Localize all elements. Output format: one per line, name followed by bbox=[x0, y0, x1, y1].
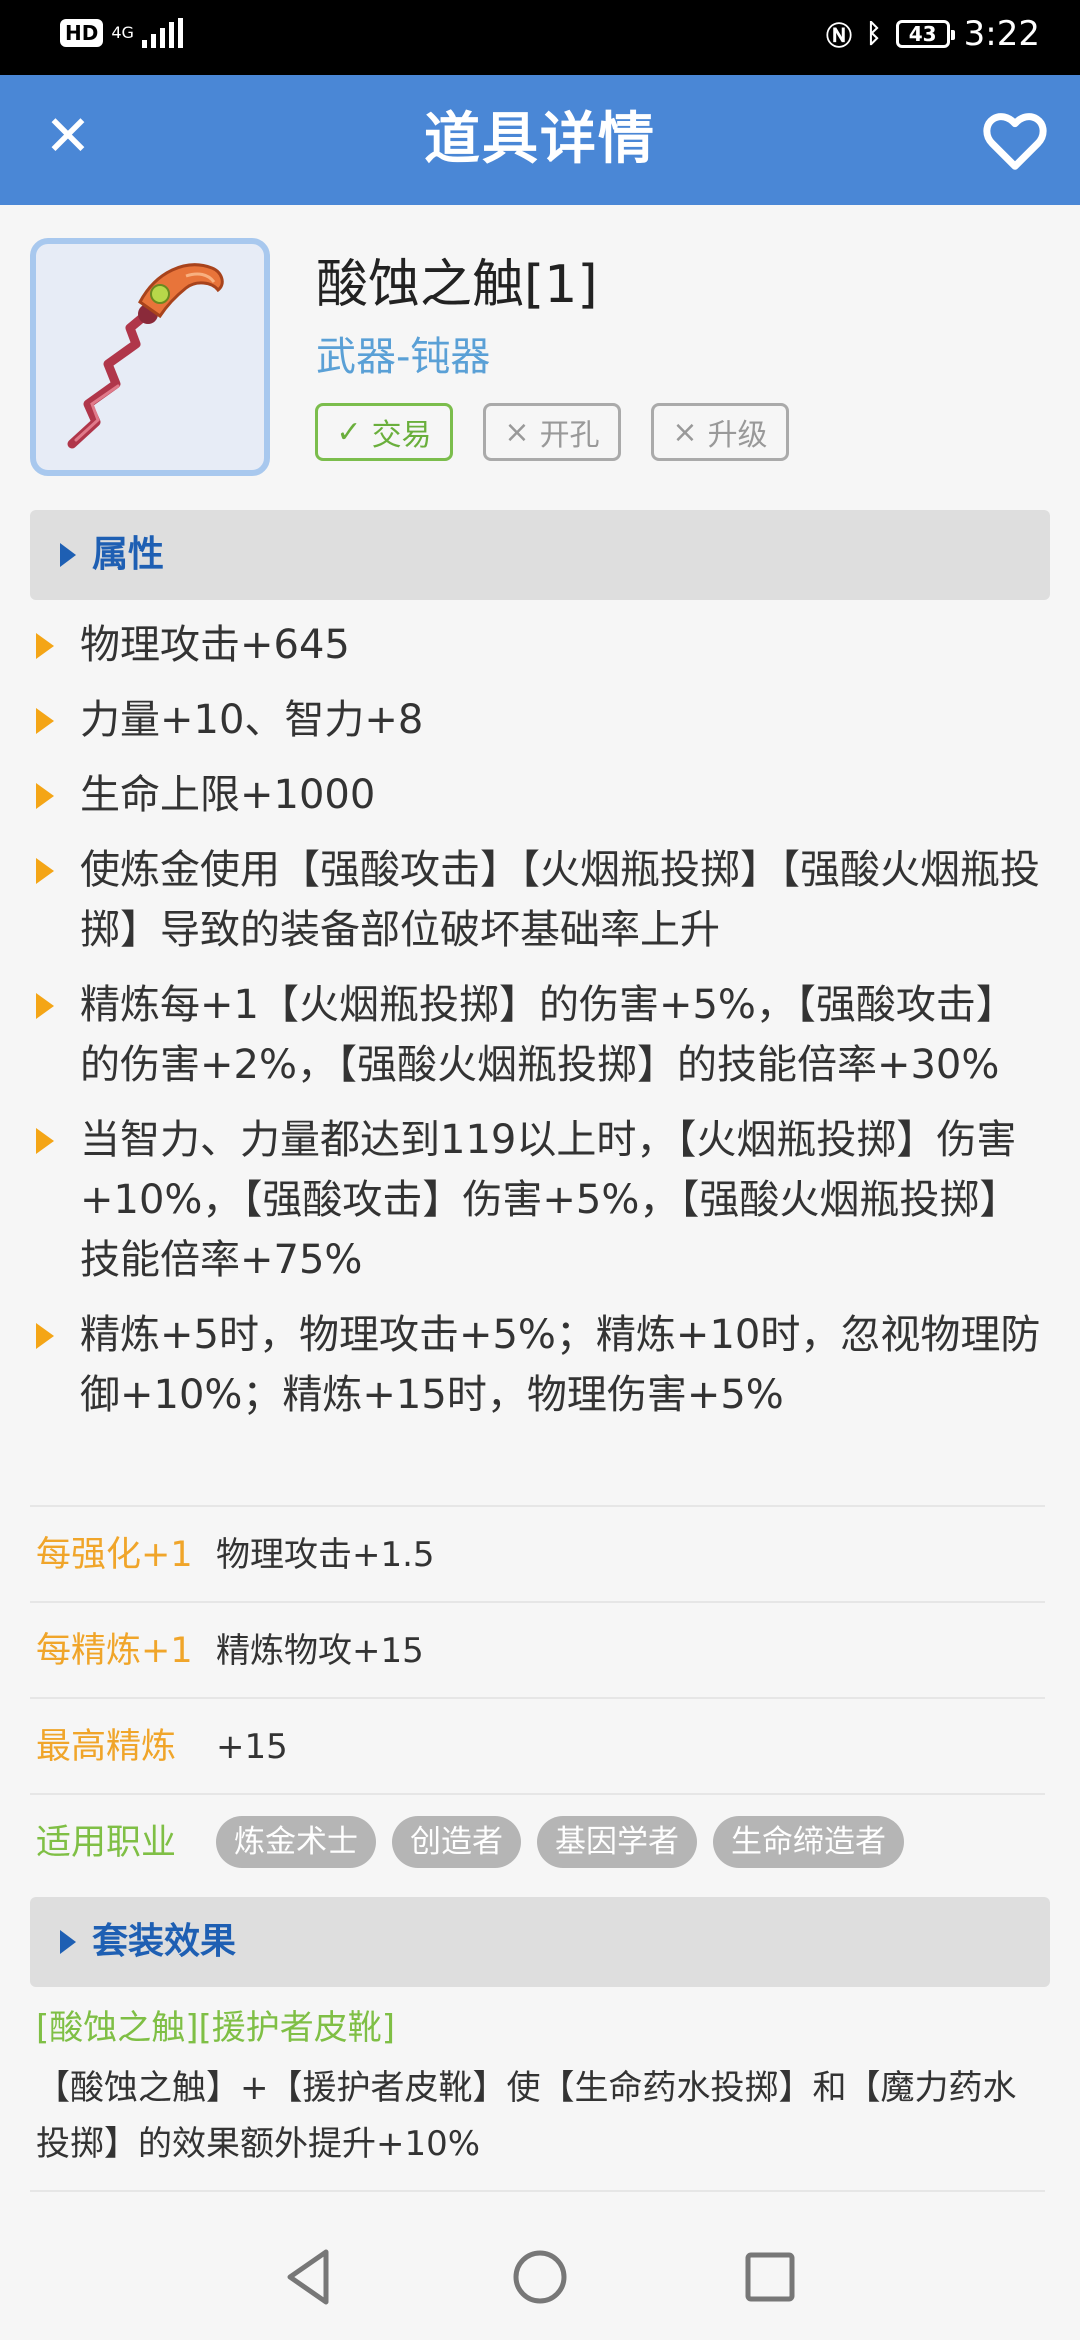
stat-value: 物理攻击+1.5 bbox=[216, 1535, 435, 1575]
page-title: 道具详情 bbox=[424, 107, 656, 172]
close-icon[interactable]: ✕ bbox=[38, 107, 98, 167]
set-effect-section-header[interactable]: 套装效果 bbox=[30, 1897, 1050, 1987]
set-description: 【酸蚀之触】+【援护者皮靴】使【生命药水投掷】和【魔力药水投掷】的效果额外提升+… bbox=[36, 2068, 1017, 2164]
stat-label: 每强化+1 bbox=[36, 1535, 193, 1575]
battery-level: 43 bbox=[908, 22, 937, 46]
attribute-list: 物理攻击+645 力量+10、智力+8 生命上限+1000 使炼金使用【强酸攻击… bbox=[30, 615, 1050, 1440]
back-triangle-icon[interactable] bbox=[274, 2242, 344, 2312]
network-type: 4G bbox=[111, 23, 134, 42]
bullet-arrow-icon bbox=[36, 783, 54, 809]
attribute-text: 使炼金使用【强酸攻击】【火烟瓶投掷】【强酸火烟瓶投掷】导致的装备部位破坏基础率上… bbox=[80, 847, 1040, 953]
recents-square-icon[interactable] bbox=[735, 2242, 805, 2312]
status-left: HD 4G bbox=[60, 18, 183, 48]
bullet-arrow-icon bbox=[36, 633, 54, 659]
list-item: 精炼每+1【火烟瓶投掷】的伤害+5%，【强酸攻击】的伤害+2%，【强酸火烟瓶投掷… bbox=[30, 975, 1050, 1095]
bullet-arrow-icon bbox=[36, 1128, 54, 1154]
section-label: 属性 bbox=[92, 534, 165, 575]
stat-label: 最高精炼 bbox=[36, 1727, 177, 1767]
attribute-text: 精炼每+1【火烟瓶投掷】的伤害+5%，【强酸攻击】的伤害+2%，【强酸火烟瓶投掷… bbox=[80, 982, 1016, 1088]
list-item: 物理攻击+645 bbox=[30, 615, 1050, 675]
tag-label: 开孔 bbox=[539, 418, 600, 453]
status-bar: HD 4G Ⓝ ᛒ 43 3:22 bbox=[0, 0, 1080, 75]
stat-value: +15 bbox=[216, 1727, 288, 1767]
list-item: 力量+10、智力+8 bbox=[30, 690, 1050, 750]
clock: 3:22 bbox=[963, 14, 1040, 54]
item-image bbox=[30, 238, 270, 476]
bullet-arrow-icon bbox=[36, 708, 54, 734]
stat-row-enhance: 每强化+1 物理攻击+1.5 bbox=[30, 1505, 1045, 1601]
tag-label: 交易 bbox=[371, 418, 432, 453]
divider bbox=[30, 2190, 1045, 2192]
list-item: 当智力、力量都达到119以上时，【火烟瓶投掷】伤害+10%，【强酸攻击】伤害+5… bbox=[30, 1110, 1050, 1290]
job-chip[interactable]: 创造者 bbox=[392, 1816, 521, 1868]
cross-icon: × bbox=[504, 414, 530, 450]
heart-outline-icon[interactable] bbox=[980, 105, 1050, 175]
cross-icon: × bbox=[672, 414, 698, 450]
tag-socket: × 开孔 bbox=[483, 403, 621, 461]
item-type: 武器-钝器 bbox=[316, 334, 491, 380]
stat-row-max-refine: 最高精炼 +15 bbox=[30, 1697, 1045, 1793]
job-chip[interactable]: 基因学者 bbox=[537, 1816, 697, 1868]
hd-icon: HD bbox=[60, 19, 104, 47]
list-item: 使炼金使用【强酸攻击】【火烟瓶投掷】【强酸火烟瓶投掷】导致的装备部位破坏基础率上… bbox=[30, 840, 1050, 960]
job-chip[interactable]: 炼金术士 bbox=[216, 1816, 376, 1868]
tag-upgrade: × 升级 bbox=[651, 403, 789, 461]
attribute-text: 精炼+5时，物理攻击+5%；精炼+10时，忽视物理防御+10%；精炼+15时，物… bbox=[80, 1312, 1041, 1418]
tag-trade: ✓ 交易 bbox=[315, 403, 453, 461]
stat-row-jobs: 适用职业 炼金术士 创造者 基因学者 生命缔造者 bbox=[30, 1793, 1045, 1889]
job-chips: 炼金术士 创造者 基因学者 生命缔造者 bbox=[216, 1816, 904, 1868]
check-icon: ✓ bbox=[336, 414, 362, 450]
bullet-arrow-icon bbox=[36, 1323, 54, 1349]
item-name: 酸蚀之触[1] bbox=[316, 255, 598, 315]
stat-label: 适用职业 bbox=[36, 1823, 177, 1863]
stat-value: 精炼物攻+15 bbox=[216, 1631, 424, 1671]
home-circle-icon[interactable] bbox=[505, 2242, 575, 2312]
attribute-text: 物理攻击+645 bbox=[80, 622, 350, 668]
expand-triangle-icon bbox=[60, 1930, 76, 1954]
battery-icon: 43 bbox=[895, 20, 955, 48]
system-nav-bar bbox=[0, 2212, 1080, 2340]
job-chip[interactable]: 生命缔造者 bbox=[713, 1816, 904, 1868]
item-tags: ✓ 交易 × 开孔 × 升级 bbox=[315, 403, 789, 461]
bluetooth-icon: ᛒ bbox=[866, 19, 882, 49]
attribute-text: 当智力、力量都达到119以上时，【火烟瓶投掷】伤害+10%，【强酸攻击】伤害+5… bbox=[80, 1117, 1020, 1283]
stat-row-refine: 每精炼+1 精炼物攻+15 bbox=[30, 1601, 1045, 1697]
list-item: 生命上限+1000 bbox=[30, 765, 1050, 825]
app-bar: 道具详情 ✕ bbox=[0, 75, 1080, 205]
expand-triangle-icon bbox=[60, 543, 76, 567]
list-item: 精炼+5时，物理攻击+5%；精炼+10时，忽视物理防御+10%；精炼+15时，物… bbox=[30, 1305, 1050, 1425]
tag-label: 升级 bbox=[707, 418, 768, 453]
set-title[interactable]: [酸蚀之触][援护者皮靴] bbox=[36, 2003, 395, 2053]
item-header: 酸蚀之触[1] 武器-钝器 ✓ 交易 × 开孔 × 升级 bbox=[30, 238, 1050, 478]
nfc-icon: Ⓝ bbox=[826, 21, 853, 52]
attribute-text: 生命上限+1000 bbox=[80, 772, 376, 818]
staff-illustration bbox=[67, 263, 224, 449]
section-label: 套装效果 bbox=[92, 1921, 237, 1962]
attribute-text: 力量+10、智力+8 bbox=[80, 697, 424, 743]
attributes-section-header[interactable]: 属性 bbox=[30, 510, 1050, 600]
stat-label: 每精炼+1 bbox=[36, 1631, 193, 1671]
bullet-arrow-icon bbox=[36, 993, 54, 1019]
signal-icon bbox=[141, 18, 183, 48]
bullet-arrow-icon bbox=[36, 858, 54, 884]
status-right: Ⓝ ᛒ 43 3:22 bbox=[826, 14, 1040, 54]
